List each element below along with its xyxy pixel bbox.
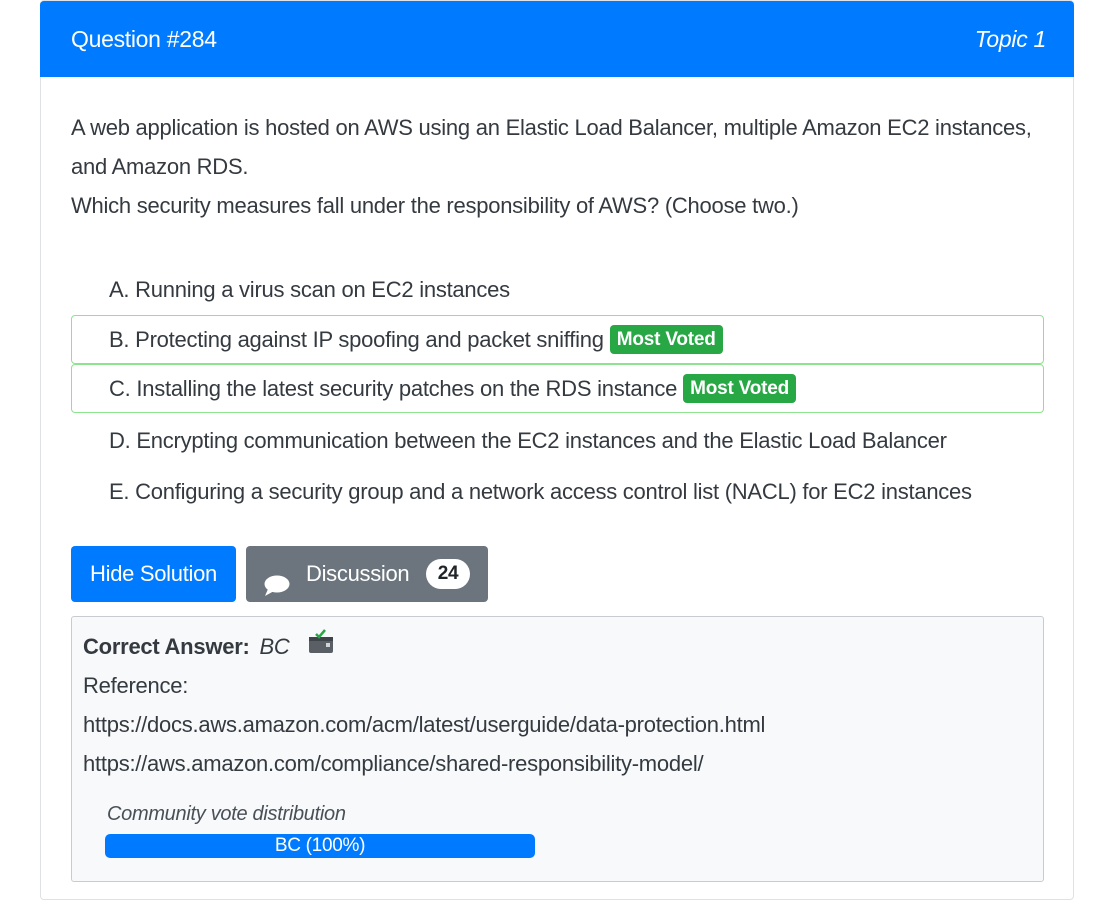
question-line: and Amazon RDS. (71, 154, 249, 179)
question-number: Question #284 (71, 26, 217, 52)
discussion-count-badge: 24 (426, 559, 470, 589)
correct-answer-value: BC (259, 633, 290, 659)
choice-text: C. Installing the latest security patche… (109, 376, 678, 401)
reference-link[interactable]: https://docs.aws.amazon.com/acm/latest/u… (83, 712, 765, 738)
choice-a[interactable]: A. Running a virus scan on EC2 instances (71, 265, 1044, 313)
reference-label: Reference: (83, 673, 189, 698)
reveal-answer-icon[interactable] (307, 629, 335, 661)
correct-answer-line: Correct Answer: BC (83, 629, 335, 664)
choice-text: B. Protecting against IP spoofing and pa… (109, 327, 604, 352)
most-voted-badge: Most Voted (609, 324, 723, 354)
vote-progress-bar: BC (100%) (105, 834, 535, 858)
discussion-label: Discussion (306, 561, 410, 586)
choice-c[interactable]: C. Installing the latest security patche… (71, 364, 1044, 413)
correct-answer-label: Correct Answer: (83, 633, 250, 659)
vote-distribution-title: Community vote distribution (107, 803, 346, 825)
choice-e[interactable]: E. Configuring a security group and a ne… (71, 467, 1044, 515)
vote-progress-fill: BC (100%) (105, 834, 535, 858)
answer-panel: Correct Answer: BC Reference: https://do… (71, 616, 1044, 882)
choice-text: E. Configuring a security group and a ne… (109, 479, 972, 504)
reference-link[interactable]: https://aws.amazon.com/compliance/shared… (83, 751, 704, 777)
hide-solution-button[interactable]: Hide Solution (71, 546, 236, 602)
question-topic: Topic 1 (974, 26, 1047, 52)
speech-bubble-icon (263, 563, 291, 619)
question-line: A web application is hosted on AWS using… (71, 115, 1032, 140)
choice-text: D. Encrypting communication between the … (109, 428, 947, 453)
question-line: Which security measures fall under the r… (71, 193, 799, 218)
choice-b[interactable]: B. Protecting against IP spoofing and pa… (71, 315, 1044, 364)
choice-text: A. Running a virus scan on EC2 instances (109, 277, 510, 302)
question-header: Question #284 Topic 1 (40, 1, 1074, 77)
most-voted-badge: Most Voted (683, 373, 797, 403)
discussion-button[interactable]: Discussion 24 (246, 546, 488, 602)
choice-d[interactable]: D. Encrypting communication between the … (71, 416, 1044, 464)
question-text: A web application is hosted on AWS using… (71, 108, 1041, 225)
